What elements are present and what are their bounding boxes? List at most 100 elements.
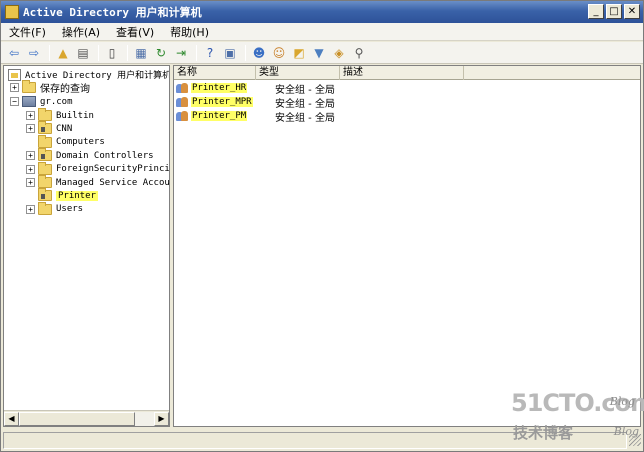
tree-item-foreignsecurityprincip[interactable]: + ForeignSecurityPrincip (26, 161, 169, 176)
expand-icon[interactable]: + (26, 111, 35, 120)
find-icon[interactable]: ⚲ (350, 44, 368, 62)
tree-item-computers[interactable]: Computers (26, 134, 105, 149)
help-icon[interactable]: ? (201, 44, 219, 62)
tree-pane: Active Directory 用户和计算机 + 保存的查询 − gr.com… (3, 65, 170, 427)
folder-icon (38, 201, 52, 215)
tree-item-label: gr.com (40, 96, 73, 107)
expand-icon[interactable]: + (10, 83, 19, 92)
row-type-cell: 安全组 - 全局 (275, 84, 335, 96)
list-row[interactable]: Printer_HR 安全组 - 全局 (176, 81, 335, 96)
new-group-icon[interactable]: ☺ (270, 44, 288, 62)
list-row[interactable]: Printer_PM 安全组 - 全局 (176, 109, 335, 124)
scroll-left-arrow-icon[interactable]: ◀ (4, 411, 19, 426)
tree-item-label: Domain Controllers (56, 150, 154, 161)
tree-item-label: 保存的查询 (40, 84, 90, 95)
toolbar-separator (98, 44, 99, 61)
folder-icon (38, 161, 52, 175)
maximize-button[interactable]: □ (606, 4, 622, 19)
organizational-unit-icon (38, 148, 52, 162)
row-name-cell: Printer_PM (191, 111, 273, 121)
forward-arrow-icon[interactable]: ⇨ (25, 44, 43, 62)
row-type-cell: 安全组 - 全局 (275, 98, 335, 110)
export-list-icon[interactable]: ⇥ (172, 44, 190, 62)
list-row[interactable]: Printer_MPR 安全组 - 全局 (176, 95, 335, 110)
window-controls: _ □ ✕ (588, 4, 640, 19)
tree-item-managed-service-accour[interactable]: + Managed Service Accour (26, 175, 170, 189)
status-text (3, 431, 627, 449)
new-user-icon[interactable]: ☻ (250, 44, 268, 62)
tree-item-cnn[interactable]: + CNN (26, 121, 73, 135)
toolbar-separator (245, 44, 246, 61)
scrollbar-track[interactable] (19, 411, 154, 426)
tree-item-domain[interactable]: − gr.com (10, 95, 73, 108)
console-root-icon (8, 68, 21, 81)
menu-bar: 文件(F) 操作(A) 查看(V) 帮助(H) (1, 23, 643, 41)
security-group-icon (176, 110, 190, 122)
tree-item-label: Computers (56, 137, 105, 148)
close-button[interactable]: ✕ (624, 4, 640, 19)
app-icon (5, 5, 19, 19)
tree-item-label: Users (56, 204, 84, 215)
folder-icon (22, 80, 36, 93)
window-title: Active Directory 用户和计算机 (23, 6, 202, 19)
tree-item-users[interactable]: + Users (26, 201, 84, 216)
properties-icon[interactable]: ▦ (132, 44, 150, 62)
up-folder-icon[interactable]: ▲ (54, 44, 72, 62)
tree-item-label: Printer (56, 190, 98, 201)
title-bar[interactable]: Active Directory 用户和计算机 _ □ ✕ (1, 1, 643, 23)
row-name-label: Printer_HR (191, 83, 248, 93)
menu-file[interactable]: 文件(F) (1, 24, 54, 40)
expand-icon[interactable]: + (26, 204, 35, 214)
column-header-type[interactable]: 类型 (256, 66, 340, 80)
column-header-name[interactable]: 名称 (174, 66, 256, 80)
action-pane-icon[interactable]: ▣ (221, 44, 239, 62)
tree-item-domain-controllers[interactable]: + Domain Controllers (26, 148, 154, 162)
new-ou-icon[interactable]: ◩ (290, 44, 308, 62)
toolbar-separator (49, 44, 50, 61)
folder-icon (38, 134, 52, 148)
app-window: Active Directory 用户和计算机 _ □ ✕ 文件(F) 操作(A… (0, 0, 644, 452)
security-group-icon (176, 96, 190, 108)
tree-item-printer[interactable]: Printer (26, 188, 98, 202)
copy-icon[interactable]: ▯ (103, 44, 121, 62)
tree-item-label: Builtin (56, 110, 94, 121)
scroll-right-arrow-icon[interactable]: ▶ (154, 411, 169, 426)
expand-icon[interactable]: + (26, 178, 35, 187)
show-tree-icon[interactable]: ▤ (74, 44, 92, 62)
organizational-unit-icon (38, 121, 52, 135)
no-expander (26, 138, 35, 147)
menu-action[interactable]: 操作(A) (54, 24, 108, 40)
toolbar: ⇦ ⇨ ▲ ▤ ▯ ▦ ↻ ⇥? ▣ ☻ ☺ ◩ ▼ ◈ ⚲ (1, 42, 643, 64)
no-expander (26, 191, 35, 200)
domain-icon (22, 96, 36, 107)
list-header: 名称 类型 描述 (174, 66, 640, 80)
menu-view[interactable]: 查看(V) (108, 24, 162, 40)
row-name-cell: Printer_HR (191, 83, 273, 93)
add-to-group-icon[interactable]: ◈ (330, 44, 348, 62)
menu-help[interactable]: 帮助(H) (162, 24, 217, 40)
resize-grip-icon[interactable] (629, 434, 641, 446)
collapse-icon[interactable]: − (10, 97, 19, 106)
tree-item-label: Managed Service Accour (56, 177, 170, 188)
folder-icon (38, 175, 52, 188)
main-content: Active Directory 用户和计算机 + 保存的查询 − gr.com… (3, 65, 641, 427)
row-name-label: Printer_PM (191, 111, 248, 121)
tree-item-builtin[interactable]: + Builtin (26, 108, 94, 122)
expand-icon[interactable]: + (26, 164, 35, 174)
tree-horizontal-scrollbar[interactable]: ◀ ▶ (4, 410, 169, 426)
column-header-description[interactable]: 描述 (340, 66, 464, 80)
security-group-icon (176, 82, 190, 94)
refresh-icon[interactable]: ↻ (152, 44, 170, 62)
minimize-button[interactable]: _ (588, 4, 604, 19)
row-name-label: Printer_MPR (191, 97, 253, 107)
expand-icon[interactable]: + (26, 151, 35, 161)
toolbar-separator (196, 44, 197, 61)
back-arrow-icon[interactable]: ⇦ (5, 44, 23, 62)
row-type-cell: 安全组 - 全局 (275, 112, 335, 124)
tree-item-saved-queries[interactable]: + 保存的查询 (10, 80, 90, 95)
expand-icon[interactable]: + (26, 124, 35, 134)
list-pane: 名称 类型 描述 Printer_HR 安全组 - 全局 Printer_MPR 安全… (173, 65, 641, 427)
filter-icon[interactable]: ▼ (310, 44, 328, 62)
scrollbar-thumb[interactable] (19, 411, 135, 426)
tree-item-label: CNN (56, 123, 73, 134)
